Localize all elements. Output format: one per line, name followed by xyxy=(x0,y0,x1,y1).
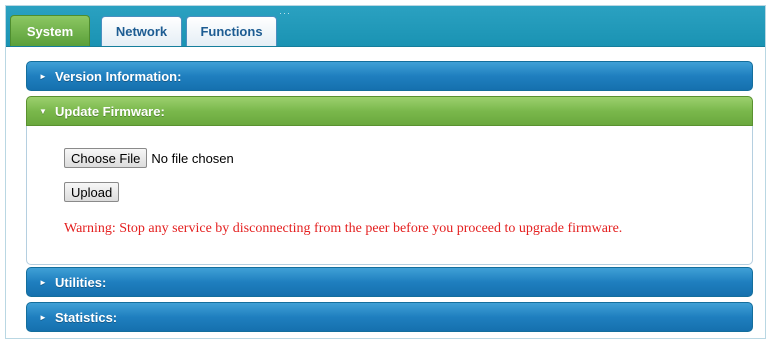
section-header-version-information[interactable]: ► Version Information: xyxy=(26,61,753,91)
tab-network[interactable]: Network xyxy=(101,16,182,46)
triangle-right-icon: ► xyxy=(39,71,47,81)
tabbar-grip-icon: ··· xyxy=(279,8,291,18)
tab-system[interactable]: System xyxy=(10,15,90,46)
app-frame: System Network Functions ··· ► Version I… xyxy=(5,5,766,339)
tab-bar: System Network Functions ··· xyxy=(6,6,765,47)
tab-functions[interactable]: Functions xyxy=(186,16,277,46)
firmware-warning-text: Warning: Stop any service by disconnecti… xyxy=(64,221,623,236)
section-title: Update Firmware: xyxy=(55,103,165,119)
section-title: Version Information: xyxy=(55,68,182,84)
triangle-right-icon: ► xyxy=(39,312,47,322)
file-status-text: No file chosen xyxy=(151,150,234,166)
section-title: Utilities: xyxy=(55,274,107,290)
upload-button[interactable]: Upload xyxy=(64,182,120,202)
update-firmware-panel: Choose File No file chosen Upload Warnin… xyxy=(26,126,753,265)
file-picker: Choose File No file chosen xyxy=(64,148,234,168)
section-header-update-firmware[interactable]: ▼ Update Firmware: xyxy=(26,96,753,126)
section-title: Statistics: xyxy=(55,309,118,325)
triangle-right-icon: ► xyxy=(39,277,47,287)
section-header-utilities[interactable]: ► Utilities: xyxy=(26,267,753,297)
accordion: ► Version Information: ▼ Update Firmware… xyxy=(26,61,753,332)
triangle-down-icon: ▼ xyxy=(39,106,47,116)
choose-file-button[interactable]: Choose File xyxy=(64,148,148,168)
section-header-statistics[interactable]: ► Statistics: xyxy=(26,302,753,332)
